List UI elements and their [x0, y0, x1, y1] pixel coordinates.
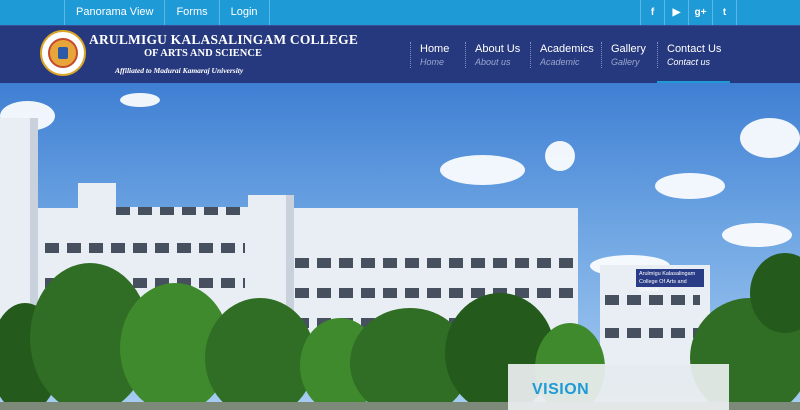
stair-tower-right [478, 213, 522, 253]
cloud [722, 223, 792, 247]
building-sign: Arulmigu Kalasalingam College Of Arts an… [636, 269, 704, 293]
nav-academics-sublabel: Academic [540, 57, 580, 67]
nav-academics-label: Academics [540, 43, 594, 55]
panorama-view-link[interactable]: Panorama View [65, 0, 166, 25]
logo-emblem-core [58, 47, 68, 59]
google-plus-icon[interactable]: g+ [689, 0, 713, 25]
logo-emblem [48, 38, 78, 68]
twitter-icon[interactable]: t [713, 0, 737, 25]
main-nav: Home Home About Us About us Academics Ac… [410, 39, 730, 84]
window-row [295, 258, 575, 268]
cloud [120, 93, 160, 107]
nav-contact-us[interactable]: Contact Us Contact us [657, 39, 730, 84]
facebook-icon[interactable]: f [641, 0, 665, 25]
cloud [440, 155, 525, 185]
stair-tower-left [78, 183, 116, 213]
nav-gallery-sublabel: Gallery [611, 57, 640, 67]
vision-panel: VISION [508, 364, 729, 410]
nav-contact-sublabel: Contact us [667, 57, 711, 67]
cloud [740, 118, 800, 158]
nav-academics[interactable]: Academics Academic [530, 39, 601, 84]
vision-title: VISION [532, 381, 590, 398]
tree [205, 298, 315, 410]
site-header: ARULMIGU KALASALINGAM COLLEGE OF ARTS AN… [0, 25, 800, 84]
parapet-row [116, 207, 248, 215]
cloud [545, 141, 575, 171]
nav-home-sublabel: Home [420, 57, 445, 67]
top-utility-bar: Panorama View Forms Login f ▶ g+ t [0, 0, 800, 25]
nav-home-label: Home [420, 43, 450, 55]
youtube-icon[interactable]: ▶ [665, 0, 689, 25]
college-logo[interactable] [40, 30, 86, 76]
forms-link[interactable]: Forms [165, 0, 220, 25]
nav-home[interactable]: Home Home [410, 39, 465, 84]
college-name-subline: OF ARTS AND SCIENCE [144, 48, 262, 59]
cloud [655, 173, 725, 199]
login-link[interactable]: Login [220, 0, 270, 25]
college-name[interactable]: ARULMIGU KALASALINGAM COLLEGE [89, 32, 358, 48]
window-row [605, 328, 700, 338]
top-links: Panorama View Forms Login [64, 0, 270, 25]
nav-gallery[interactable]: Gallery Gallery [601, 39, 657, 84]
nav-contact-label: Contact Us [667, 43, 722, 55]
window-row [45, 243, 245, 253]
social-links: f ▶ g+ t [640, 0, 737, 25]
affiliation-text: Affiliated to Madurai Kamaraj University [115, 66, 244, 75]
hero-campus-image: Arulmigu Kalasalingam College Of Arts an… [0, 83, 800, 410]
window-row [605, 295, 700, 305]
nav-gallery-label: Gallery [611, 43, 646, 55]
nav-about-label: About Us [475, 43, 521, 55]
nav-about-us[interactable]: About Us About us [465, 39, 530, 84]
nav-about-sublabel: About us [475, 57, 511, 67]
window-row [295, 288, 575, 298]
